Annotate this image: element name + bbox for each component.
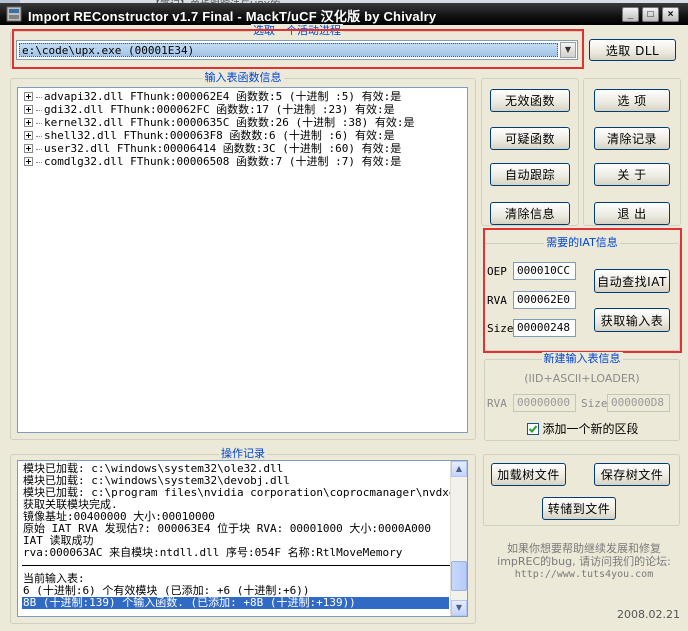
add-section-checkbox[interactable]: [527, 422, 539, 435]
clear-log-button[interactable]: 清除记录: [594, 127, 670, 150]
tree-item[interactable]: shell32.dll FThunk:000063F8 函数数:6 (十进制 :…: [24, 129, 395, 142]
new-rva-label: RVA: [487, 397, 507, 410]
exit-button[interactable]: 退 出: [594, 202, 670, 225]
new-import-subtitle: (IID+ASCII+LOADER): [524, 372, 640, 385]
log-current-line-selected[interactable]: 8B (十进制:139) 个输入函数. (已添加: +8B (十进制:+139)…: [22, 597, 449, 609]
log-separator: [22, 565, 463, 566]
scroll-up-icon[interactable]: ▲: [451, 461, 467, 477]
forum-link[interactable]: http://www.tuts4you.com: [484, 568, 684, 582]
close-button[interactable]: ×: [662, 7, 679, 22]
window-title: Import REConstructor v1.7 Final - MackT/…: [28, 9, 437, 24]
imports-tree[interactable]: advapi32.dll FThunk:000062E4 函数数:5 (十进制 …: [17, 87, 468, 433]
tree-item[interactable]: gdi32.dll FThunk:000062FC 函数数:17 (十进制 :2…: [24, 103, 395, 116]
new-import-legend: 新建输入表信息: [541, 352, 623, 365]
minimize-button[interactable]: _: [622, 7, 639, 22]
expand-icon[interactable]: [24, 130, 33, 140]
about-button[interactable]: 关 于: [594, 163, 670, 186]
highlight-process: [12, 29, 584, 69]
tree-item[interactable]: kernel32.dll FThunk:0000635C 函数数:26 (十进制…: [24, 116, 415, 129]
app-icon: [6, 6, 22, 22]
log-line: rva:000063AC 来自模块:ntdll.dll 序号:054F 名称:R…: [23, 546, 403, 559]
tree-item[interactable]: advapi32.dll FThunk:000062E4 函数数:5 (十进制 …: [24, 90, 401, 103]
log-scrollbar[interactable]: ▲ ▼: [450, 461, 467, 616]
expand-icon[interactable]: [24, 156, 33, 166]
invalid-functions-button[interactable]: 无效函数: [490, 89, 570, 112]
highlight-iat: [483, 228, 682, 353]
expand-icon[interactable]: [24, 104, 33, 114]
new-rva-field: 00000000: [513, 394, 576, 412]
tree-item[interactable]: user32.dll FThunk:00006414 函数数:3C (十进制 :…: [24, 142, 401, 155]
help-text: 如果你想要帮助继续发展和修复: [507, 542, 661, 555]
main-client-area: 选取一个活动进程 e:\code\upx.exe (00001E34) ▼ 选取…: [0, 24, 688, 631]
expand-icon[interactable]: [24, 91, 33, 101]
imports-legend: 输入表函数信息: [202, 71, 284, 84]
title-bar[interactable]: Import REConstructor v1.7 Final - MackT/…: [0, 3, 688, 25]
add-section-checkbox-row[interactable]: 添加一个新的区段: [527, 420, 639, 437]
add-section-label: 添加一个新的区段: [542, 422, 639, 436]
new-size-field: 000000D8: [607, 394, 670, 412]
build-date: 2008.02.21: [617, 608, 680, 621]
tree-item[interactable]: comdlg32.dll FThunk:00006508 函数数:7 (十进制 …: [24, 155, 401, 168]
expand-icon[interactable]: [24, 117, 33, 127]
maximize-button[interactable]: □: [642, 7, 659, 22]
check-icon: [528, 424, 538, 433]
help-text-2: impREC的bug, 请访问我们的论坛:: [497, 555, 671, 568]
log-legend: 操作记录: [219, 447, 267, 460]
scroll-down-icon[interactable]: ▼: [451, 600, 467, 616]
scroll-thumb[interactable]: [451, 561, 467, 591]
pick-dll-button[interactable]: 选取 DLL: [589, 39, 676, 61]
fix-dump-button[interactable]: 转储到文件: [542, 497, 616, 520]
new-size-label: Size: [581, 397, 608, 410]
save-tree-button[interactable]: 保存树文件: [594, 463, 670, 486]
auto-trace-button[interactable]: 自动跟踪: [490, 163, 570, 186]
expand-icon[interactable]: [24, 143, 33, 153]
load-tree-button[interactable]: 加载树文件: [491, 463, 566, 486]
options-button[interactable]: 选 项: [594, 89, 670, 112]
log-panel[interactable]: 模块已加载: c:\windows\system32\ole32.dll 模块已…: [17, 460, 468, 617]
suspect-functions-button[interactable]: 可疑函数: [490, 127, 570, 150]
clear-info-button[interactable]: 清除信息: [490, 202, 570, 225]
